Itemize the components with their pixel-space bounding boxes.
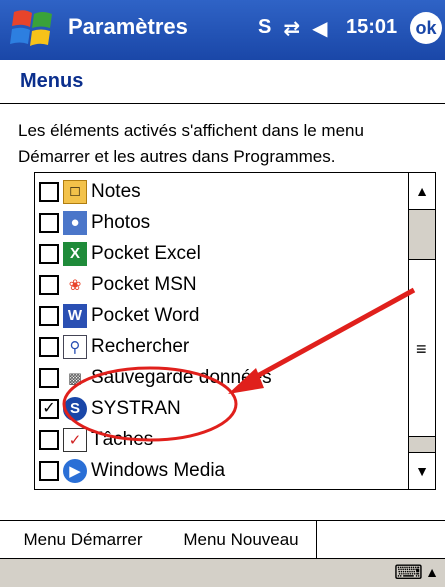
checkbox[interactable] — [39, 305, 59, 326]
keyboard-icon[interactable]: ⌨ — [394, 563, 423, 583]
checkbox[interactable] — [39, 429, 59, 450]
photos-icon: ● — [63, 210, 87, 235]
menu-bar: ⌨ ▲ — [0, 558, 445, 587]
list-item-label: Pocket Excel — [91, 242, 201, 264]
checkbox[interactable]: ✓ — [39, 398, 59, 419]
sync-icon[interactable]: S — [258, 16, 271, 41]
list-item-label: Sauvegarde données — [91, 366, 272, 388]
list-item-notes[interactable]: □ Notes — [35, 176, 407, 207]
list-item-windows-media[interactable]: ▶ Windows Media — [35, 455, 407, 486]
checkbox[interactable] — [39, 243, 59, 264]
list-item-systran[interactable]: ✓ S SYSTRAN — [35, 393, 407, 424]
list-item-taches[interactable]: ✓ Tâches — [35, 424, 407, 455]
list-item-label: Photos — [91, 211, 151, 233]
grip-icon: ≡ — [416, 339, 427, 359]
checkbox[interactable] — [39, 212, 59, 233]
tasks-icon: ✓ — [63, 427, 87, 452]
scroll-up-button[interactable]: ▲ — [409, 173, 435, 210]
title-bar: Paramètres S ⇄ ◀ 15:01 ok — [0, 0, 445, 60]
volume-icon[interactable]: ◀ — [312, 16, 327, 41]
window-title: Paramètres — [68, 14, 188, 39]
connectivity-icon[interactable]: ⇄ — [283, 16, 300, 41]
list-item-label: SYSTRAN — [91, 397, 181, 419]
checkbox[interactable] — [39, 274, 59, 295]
clock[interactable]: 15:01 — [346, 16, 397, 39]
excel-icon: X — [63, 241, 87, 266]
search-icon: ⚲ — [63, 334, 87, 359]
msn-icon: ❀ — [68, 276, 82, 294]
tab-menu-nouveau[interactable]: Menu Nouveau — [166, 521, 317, 560]
list-item-label: Rechercher — [91, 335, 190, 357]
list-item-label: Tâches — [91, 428, 154, 450]
checkbox[interactable] — [39, 460, 59, 481]
checkbox[interactable] — [39, 367, 59, 388]
list-item-pocket-excel[interactable]: X Pocket Excel — [35, 238, 407, 269]
list-item-photos[interactable]: ● Photos — [35, 207, 407, 238]
list-item-label: Windows Media — [91, 459, 226, 481]
ok-button[interactable]: ok — [410, 12, 442, 44]
checkbox[interactable] — [39, 181, 59, 202]
checkbox[interactable] — [39, 336, 59, 357]
windows-media-icon: ▶ — [63, 458, 87, 483]
tab-bar: Menu Démarrer Menu Nouveau — [0, 520, 445, 560]
scrollbar[interactable]: ▲ ≡ ▼ — [408, 173, 435, 489]
divider — [0, 103, 445, 104]
tab-menu-demarrer[interactable]: Menu Démarrer — [0, 521, 167, 559]
list-item-sauvegarde[interactable]: ▩ Sauvegarde données — [35, 362, 407, 393]
list-item-pocket-msn[interactable]: ❀ Pocket MSN — [35, 269, 407, 300]
page-title: Menus — [20, 70, 84, 92]
chevron-up-icon[interactable]: ▲ — [425, 564, 439, 580]
list-item-label: Pocket Word — [91, 304, 200, 326]
list-item-label: Pocket MSN — [91, 273, 197, 295]
scroll-thumb[interactable]: ≡ — [409, 259, 435, 437]
menu-items-list[interactable]: □ Notes ● Photos X Pocket Excel ❀ Pocket… — [34, 172, 436, 490]
scroll-down-button[interactable]: ▼ — [409, 452, 435, 489]
start-menu-icon[interactable] — [8, 6, 58, 52]
list-item-pocket-word[interactable]: W Pocket Word — [35, 300, 407, 331]
description-text: Les éléments activés s'affichent dans le… — [18, 121, 364, 166]
word-icon: W — [63, 303, 87, 328]
notes-icon: □ — [63, 179, 87, 204]
list-item-label: Notes — [91, 180, 141, 202]
list-item-rechercher[interactable]: ⚲ Rechercher — [35, 331, 407, 362]
systran-icon: S — [63, 396, 87, 421]
backup-icon: ▩ — [67, 369, 83, 387]
